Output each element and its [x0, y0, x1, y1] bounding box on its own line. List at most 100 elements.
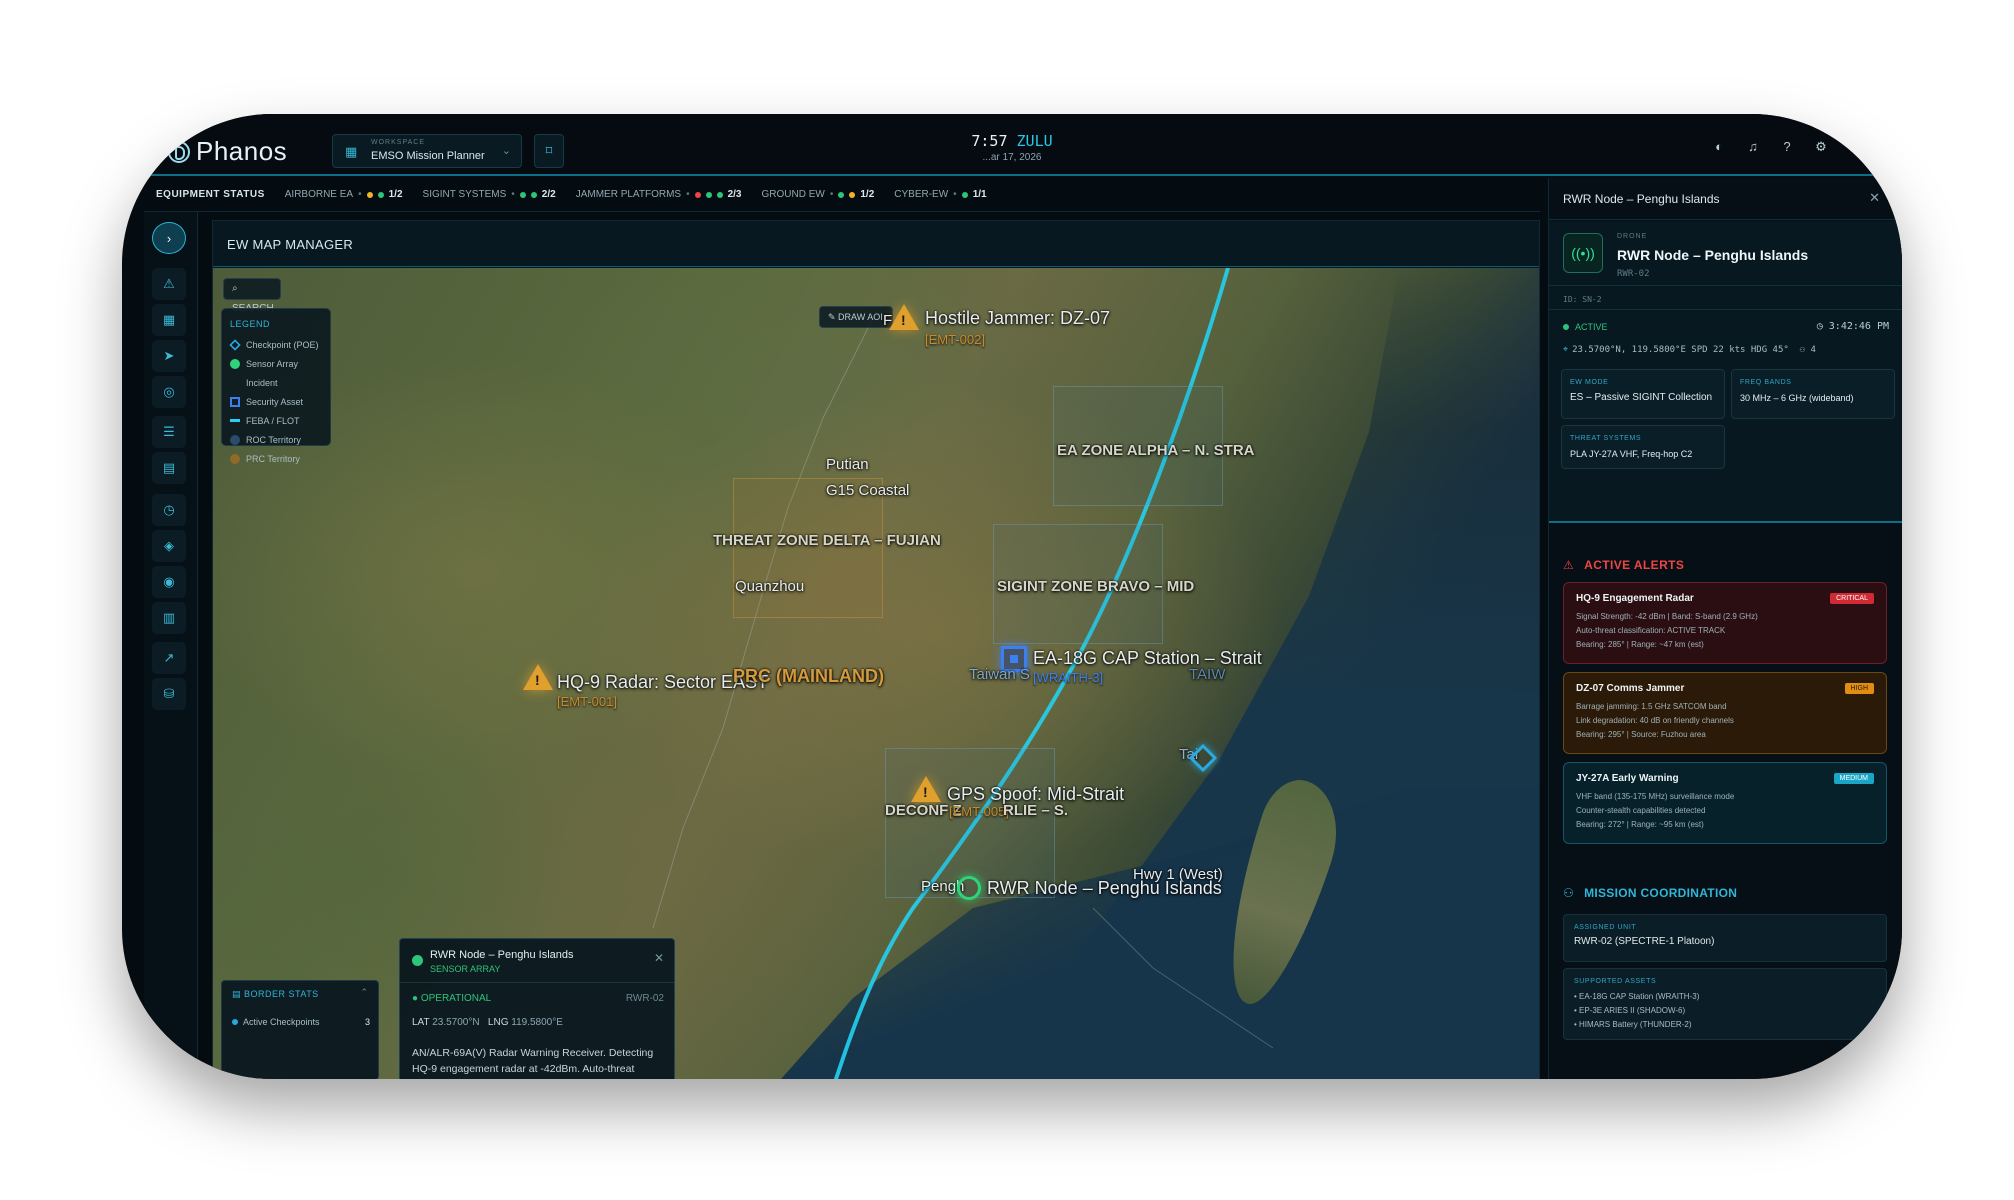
navigate-nav[interactable]: ➤ — [152, 340, 186, 372]
map-label-fu: F — [883, 312, 893, 329]
close-icon[interactable]: ✕ — [654, 951, 664, 965]
sensor-array-marker[interactable] — [957, 876, 981, 900]
eq-sigint[interactable]: SIGINT SYSTEMS • 2/2 — [423, 189, 556, 200]
active-alerts-header: ⚠ ACTIVE ALERTS — [1563, 558, 1685, 572]
table-nav[interactable]: ▥ — [152, 602, 186, 634]
dashboard-nav[interactable]: ▦ — [152, 304, 186, 336]
clock-zone: ZULU — [1016, 132, 1053, 150]
checklist-icon: ☰ — [163, 424, 175, 439]
warning-icon: ⚠ — [163, 276, 175, 291]
border-stats-title[interactable]: ▤ BORDER STATS — [232, 989, 319, 1000]
border-stats-panel: ▤ BORDER STATS ⌃ Active Checkpoints 3 — [221, 980, 379, 1079]
tasks-nav[interactable]: ☰ — [152, 416, 186, 448]
popup-coords: LAT 23.5700°N LNG 119.5800°E — [412, 1017, 563, 1028]
theme-icon[interactable]: ◐ — [1712, 140, 1726, 154]
threat-warning-icon[interactable] — [523, 664, 553, 690]
map-nav[interactable]: ▤ — [152, 452, 186, 484]
severity-badge: CRITICAL — [1830, 593, 1874, 604]
globe-nav[interactable]: ◉ — [152, 566, 186, 598]
legend-item: PRC Territory — [230, 449, 322, 468]
popup-title: RWR Node – Penghu Islands — [430, 949, 574, 961]
send-icon: ➤ — [163, 348, 175, 363]
database-nav[interactable]: ⛁ — [152, 678, 186, 710]
threat-systems-box: THREAT SYSTEMS PLA JY-27A VHF, Freq-hop … — [1561, 425, 1725, 469]
equipment-status-bar: EQUIPMENT STATUS AIRBORNE EA • 1/2 SIGINT … — [144, 178, 1540, 212]
map-label-taiwan-s: Taiwan S — [969, 666, 1030, 683]
asset-time: ◷ 3:42:46 PM — [1816, 321, 1889, 332]
radio-icon: ((•)) — [1563, 233, 1603, 273]
map-title: EW MAP MANAGER — [227, 237, 354, 252]
alert-card[interactable]: DZ-07 Comms Jammer HIGH Barrage jamming:… — [1563, 672, 1887, 754]
grid-icon: ▦ — [162, 312, 176, 327]
map-label-emt-002: [EMT-002] — [925, 332, 985, 347]
map-label-rwr: RWR Node – Penghu Islands — [987, 878, 1222, 898]
threat-warning-icon[interactable] — [889, 304, 919, 330]
help-icon[interactable]: ? — [1780, 140, 1794, 154]
search-button[interactable]: ⌕ SEARCH — [223, 278, 281, 314]
asset-type: DRONE — [1617, 233, 1648, 240]
alert-card[interactable]: JY-27A Early Warning MEDIUM VHF band (13… — [1563, 762, 1887, 844]
draw-aoi-button[interactable]: ✎ DRAW AOI — [819, 306, 893, 328]
road-line-2 — [1092, 907, 1274, 1049]
map-label-g15: G15 Coastal — [826, 482, 910, 499]
asset-code: RWR-02 — [1617, 269, 1650, 279]
map-label-ea-zone: EA ZONE ALPHA – N. STRA — [1057, 442, 1255, 459]
alerts-nav[interactable]: ⚠ — [152, 268, 186, 300]
assets-nav[interactable]: ◈ — [152, 530, 186, 562]
warning-icon: ⚠ — [1563, 558, 1575, 572]
close-icon[interactable]: ✕ — [1869, 190, 1880, 206]
left-rail: › ⚠ ▦ ➤ ◎ ☰ ▤ ◷ ◈ ◉ ▥ ↗ ⛁ — [144, 212, 198, 1079]
table-icon: ▥ — [162, 610, 176, 625]
map-label-threat-zone: THREAT ZONE DELTA – FUJIAN — [713, 532, 941, 549]
expand-button[interactable]: › — [152, 222, 186, 254]
analytics-nav[interactable]: ↗ — [152, 642, 186, 674]
chevron-up-icon[interactable]: ⌃ — [360, 987, 368, 998]
ew-mode-box: EW MODE ES – Passive SIGINT Collection — [1561, 369, 1725, 419]
clock-icon: ◷ — [163, 502, 175, 517]
legend-item: FEBA / FLOT — [230, 411, 322, 430]
map-canvas[interactable]: ⌕ SEARCH ✎ DRAW AOI LEGEND Checkpoint (P… — [213, 268, 1539, 1079]
target-icon: ◎ — [163, 384, 175, 399]
clock-date: ...ar 17, 2026 — [982, 152, 1042, 163]
equipment-status-title: EQUIPMENT STATUS — [156, 189, 265, 200]
severity-badge: MEDIUM — [1833, 773, 1874, 784]
clock: 7:57 ZULU ...ar 17, 2026 — [122, 132, 1902, 163]
map-icon: ▤ — [162, 460, 176, 475]
border-stats-row: Active Checkpoints 3 — [232, 1017, 370, 1027]
road-line — [652, 317, 874, 929]
map-label-charlie: RLIE – S. — [1003, 802, 1069, 819]
popup-description: AN/ALR-69A(V) Radar Warning Receiver. De… — [412, 1047, 654, 1075]
cube-icon: ◈ — [164, 538, 174, 553]
assigned-unit-box: ASSIGNED UNIT RWR-02 (SPECTRE-1 Platoon) — [1563, 914, 1887, 962]
eq-ground-ew[interactable]: GROUND EW • 1/2 — [762, 189, 875, 200]
supported-assets-box: SUPPORTED ASSETS • EA-18G CAP Station (W… — [1563, 968, 1887, 1040]
legend-item: Incident — [246, 377, 278, 388]
mission-coordination-header: ⚇ MISSION COORDINATION — [1563, 886, 1738, 900]
bell-icon[interactable]: ♫ — [1746, 140, 1760, 154]
popup-subtitle: SENSOR ARRAY — [430, 964, 501, 974]
freq-bands-box: FREQ BANDS 30 MHz – 6 GHz (wideband) — [1731, 369, 1895, 419]
alert-card[interactable]: HQ-9 Engagement Radar CRITICAL Signal St… — [1563, 582, 1887, 664]
legend-title: LEGEND — [230, 319, 271, 329]
gear-icon[interactable]: ⚙ — [1814, 140, 1828, 154]
map-legend: LEGEND Checkpoint (POE) Sensor Array Inc… — [221, 308, 331, 464]
eq-jammer[interactable]: JAMMER PLATFORMS • 2/3 — [576, 189, 742, 200]
pin-icon: ⌖ — [1563, 345, 1569, 355]
detail-panel-title: RWR Node – Penghu Islands — [1563, 192, 1720, 206]
popup-id: RWR-02 — [625, 993, 664, 1004]
target-nav[interactable]: ◎ — [152, 376, 186, 408]
top-icons: ◐ ♫ ? ⚙ ☺ — [1712, 140, 1862, 154]
trend-icon: ↗ — [163, 650, 175, 665]
asset-name: RWR Node – Penghu Islands — [1617, 247, 1809, 263]
detail-panel: RWR Node – Penghu Islands ✕ ((•)) DRONE … — [1548, 178, 1902, 1079]
globe-icon: ◉ — [163, 574, 175, 589]
user-icon[interactable]: ☺ — [1848, 140, 1862, 154]
threat-warning-icon[interactable] — [911, 776, 941, 802]
map-label-taiw: TAIW — [1189, 666, 1226, 683]
asset-status: ACTIVE — [1563, 322, 1608, 332]
severity-badge: HIGH — [1844, 683, 1874, 694]
device-frame: Phanos ▦ WORKSPACE EMSO Mission Planner … — [122, 114, 1902, 1079]
history-nav[interactable]: ◷ — [152, 494, 186, 526]
eq-cyber-ew[interactable]: CYBER-EW • 1/1 — [894, 189, 986, 200]
eq-airborne-ea[interactable]: AIRBORNE EA • 1/2 — [285, 189, 403, 200]
